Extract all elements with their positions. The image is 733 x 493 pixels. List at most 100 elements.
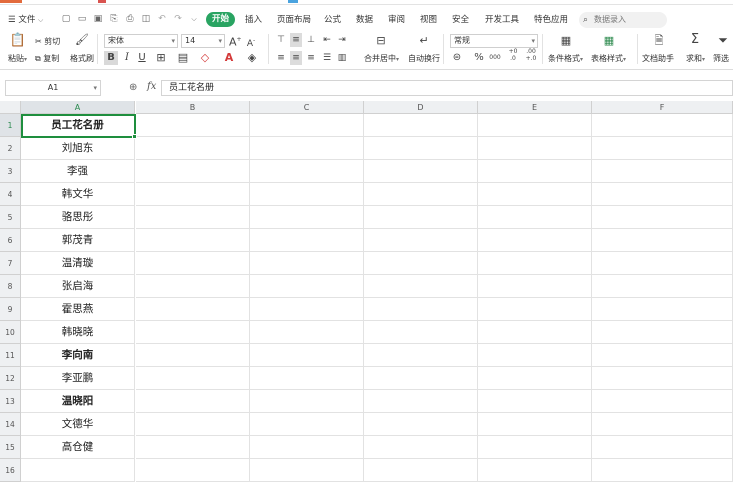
row-header[interactable]: 8	[0, 275, 21, 298]
cell-f2[interactable]	[592, 137, 733, 160]
cell-f11[interactable]	[592, 344, 733, 367]
row-header[interactable]: 11	[0, 344, 21, 367]
row-header[interactable]: 6	[0, 229, 21, 252]
percent-button[interactable]: %	[473, 51, 485, 65]
cell-e1[interactable]	[478, 114, 592, 137]
cell-f6[interactable]	[592, 229, 733, 252]
cell-c8[interactable]	[250, 275, 364, 298]
cell-e8[interactable]	[478, 275, 592, 298]
format-painter-button[interactable]: 格式刷	[70, 54, 94, 64]
cell-f16[interactable]	[592, 459, 733, 482]
cell-a10[interactable]: 韩晓晓	[21, 321, 135, 344]
row-header[interactable]: 7	[0, 252, 21, 275]
cell-d10[interactable]	[364, 321, 478, 344]
cell-c2[interactable]	[250, 137, 364, 160]
cell-b14[interactable]	[136, 413, 250, 436]
wrap-text-button[interactable]: 自动换行	[408, 54, 440, 64]
cell-c13[interactable]	[250, 390, 364, 413]
thousands-separator-button[interactable]: 000	[488, 51, 502, 65]
copy-button[interactable]: ⧉ 复制	[35, 54, 59, 64]
cell-style-icon[interactable]: ▤	[176, 51, 190, 65]
row-header[interactable]: 10	[0, 321, 21, 344]
align-middle-icon[interactable]: ≡	[290, 33, 302, 47]
font-color-icon[interactable]: A	[222, 51, 236, 65]
cell-c15[interactable]	[250, 436, 364, 459]
cell-a1[interactable]: 员工花名册	[21, 114, 135, 137]
cell-e12[interactable]	[478, 367, 592, 390]
cell-b2[interactable]	[136, 137, 250, 160]
cell-e15[interactable]	[478, 436, 592, 459]
document-tab-indicator[interactable]	[98, 0, 106, 3]
cell-a8[interactable]: 张启海	[21, 275, 135, 298]
cell-b3[interactable]	[136, 160, 250, 183]
row-header[interactable]: 12	[0, 367, 21, 390]
tab-formulas[interactable]: 公式	[324, 14, 341, 26]
cell-f3[interactable]	[592, 160, 733, 183]
row-header[interactable]: 4	[0, 183, 21, 206]
conditional-format-button[interactable]: 条件格式▾	[548, 54, 583, 65]
cell-d16[interactable]	[364, 459, 478, 482]
cell-b11[interactable]	[136, 344, 250, 367]
undo-icon[interactable]: ↶	[156, 13, 168, 25]
cell-a9[interactable]: 霍思燕	[21, 298, 135, 321]
cell-c7[interactable]	[250, 252, 364, 275]
cell-a5[interactable]: 骆思彤	[21, 206, 135, 229]
row-header[interactable]: 3	[0, 160, 21, 183]
cell-d13[interactable]	[364, 390, 478, 413]
paste-button[interactable]: 粘贴▾	[8, 54, 27, 65]
column-header-a[interactable]: A	[21, 101, 135, 114]
cell-f4[interactable]	[592, 183, 733, 206]
cell-f8[interactable]	[592, 275, 733, 298]
cell-b16[interactable]	[136, 459, 250, 482]
cell-d1[interactable]	[364, 114, 478, 137]
column-header-e[interactable]: E	[478, 101, 592, 114]
cell-d5[interactable]	[364, 206, 478, 229]
cell-c14[interactable]	[250, 413, 364, 436]
distribute-icon[interactable]: ▥	[336, 51, 348, 65]
cell-c9[interactable]	[250, 298, 364, 321]
align-top-icon[interactable]: ⊤	[275, 33, 287, 47]
document-tab-indicator[interactable]	[0, 0, 22, 3]
format-painter-icon[interactable]: 🖌	[75, 33, 89, 47]
row-header[interactable]: 14	[0, 413, 21, 436]
cell-a4[interactable]: 韩文华	[21, 183, 135, 206]
tab-security[interactable]: 安全	[452, 14, 469, 26]
cell-d15[interactable]	[364, 436, 478, 459]
cell-f14[interactable]	[592, 413, 733, 436]
cell-b7[interactable]	[136, 252, 250, 275]
tab-special-apps[interactable]: 特色应用	[534, 14, 568, 26]
cell-d2[interactable]	[364, 137, 478, 160]
cell-e13[interactable]	[478, 390, 592, 413]
row-header[interactable]: 2	[0, 137, 21, 160]
cell-c16[interactable]	[250, 459, 364, 482]
cell-b6[interactable]	[136, 229, 250, 252]
shrink-font-button[interactable]: A-	[245, 34, 257, 51]
tab-home[interactable]: 开始	[206, 12, 236, 27]
cell-d6[interactable]	[364, 229, 478, 252]
cell-e11[interactable]	[478, 344, 592, 367]
cell-a13[interactable]: 温晓阳	[21, 390, 135, 413]
cell-a16[interactable]	[21, 459, 135, 482]
cell-a11[interactable]: 李向南	[21, 344, 135, 367]
cell-d12[interactable]	[364, 367, 478, 390]
cell-e5[interactable]	[478, 206, 592, 229]
cell-b8[interactable]	[136, 275, 250, 298]
number-format-select[interactable]: 常规 ▾	[450, 34, 538, 48]
export-icon[interactable]: ⎘	[108, 13, 120, 25]
row-header[interactable]: 16	[0, 459, 21, 482]
cut-button[interactable]: ✂ 剪切	[35, 37, 60, 47]
table-style-button[interactable]: 表格样式▾	[591, 54, 626, 65]
cell-b12[interactable]	[136, 367, 250, 390]
cell-f1[interactable]	[592, 114, 733, 137]
cell-d7[interactable]	[364, 252, 478, 275]
tab-view[interactable]: 视图	[420, 14, 437, 26]
increase-decimal-button[interactable]: +0 .0	[506, 48, 520, 62]
print-icon[interactable]: ⎙	[124, 13, 136, 25]
clear-format-icon[interactable]: ◈	[245, 51, 259, 65]
filter-button[interactable]: 筛选	[713, 54, 729, 64]
cell-b9[interactable]	[136, 298, 250, 321]
column-header-d[interactable]: D	[364, 101, 478, 114]
cell-b5[interactable]	[136, 206, 250, 229]
name-box[interactable]: A1 ▾	[5, 80, 101, 96]
decrease-decimal-button[interactable]: .00 +.0	[523, 48, 539, 62]
